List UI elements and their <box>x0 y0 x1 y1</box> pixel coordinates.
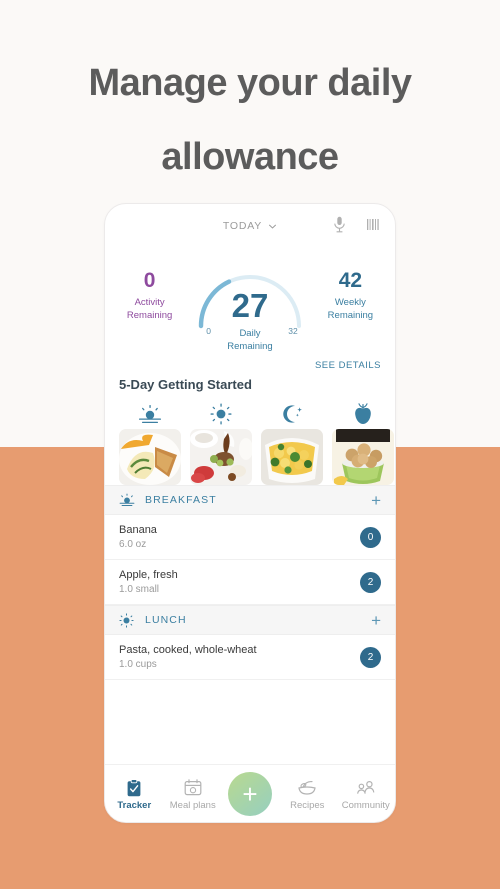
stat-weekly-remaining[interactable]: 42 Weekly Remaining <box>306 268 395 322</box>
clipboard-check-icon <box>105 777 164 799</box>
headline-line-1: Manage your daily <box>88 62 412 104</box>
stats-summary: 0 Activity Remaining 27 Daily Remaining <box>105 248 395 360</box>
meal-name-lunch: LUNCH <box>145 614 187 626</box>
see-details-link[interactable]: SEE DETAILS <box>119 360 381 371</box>
bowl-spoon-icon <box>278 777 337 799</box>
date-selector[interactable]: TODAY <box>205 220 295 232</box>
food-info: Apple, fresh 1.0 small <box>119 568 360 597</box>
barcode-scanner-icon[interactable] <box>366 217 381 232</box>
page-root: Manage your daily allowance TODAY 0 Acti… <box>0 0 500 889</box>
meal-header-breakfast[interactable]: BREAKFAST + <box>105 485 395 515</box>
chevron-down-icon <box>269 224 277 229</box>
table-row[interactable]: Pasta, cooked, whole-wheat 1.0 cups 2 <box>105 635 395 680</box>
food-amount: 1.0 cups <box>119 658 157 670</box>
daily-gauge-center: 27 Daily Remaining <box>194 288 306 353</box>
apple-icon <box>332 402 394 426</box>
page-title: Manage your daily allowance <box>0 46 500 194</box>
food-name: Banana <box>119 523 157 536</box>
add-food-button-lunch[interactable]: + <box>371 612 381 629</box>
app-header: TODAY <box>105 204 395 248</box>
nav-label-meal-plans: Meal plans <box>169 799 216 811</box>
sunrise-icon <box>119 402 181 426</box>
sun-icon <box>190 402 252 426</box>
food-info: Banana 6.0 oz <box>119 523 360 552</box>
getting-started-section: SEE DETAILS 5-Day Getting Started <box>105 360 395 485</box>
microphone-icon[interactable] <box>333 216 346 233</box>
add-food-button-breakfast[interactable]: + <box>371 492 381 509</box>
nav-item-recipes[interactable]: Recipes <box>278 777 337 811</box>
food-amount: 6.0 oz <box>119 538 147 550</box>
points-badge: 2 <box>360 646 381 668</box>
moon-stars-icon <box>261 402 323 426</box>
list-item[interactable] <box>190 402 252 485</box>
gauge-min-tick: 0 <box>206 326 211 336</box>
omelette-toast-photo <box>119 429 181 485</box>
points-badge: 0 <box>360 526 381 548</box>
stat-daily-remaining[interactable]: 27 Daily Remaining 0 32 <box>194 268 306 360</box>
sun-icon <box>119 612 137 628</box>
calendar-icon <box>164 777 223 799</box>
weekly-value: 42 <box>338 269 363 292</box>
nav-label-community: Community <box>341 799 390 811</box>
points-badge: 2 <box>360 571 381 593</box>
plus-icon: + <box>242 778 258 809</box>
pasta-broccoli-photo <box>261 429 323 485</box>
list-item[interactable] <box>119 402 181 485</box>
daily-value: 27 <box>231 287 269 324</box>
getting-started-items <box>119 402 394 485</box>
table-row[interactable]: Apple, fresh 1.0 small 2 <box>105 560 395 605</box>
activity-value: 0 <box>143 269 156 292</box>
people-icon <box>337 777 396 799</box>
food-info: Pasta, cooked, whole-wheat 1.0 cups <box>119 643 360 672</box>
food-name: Pasta, cooked, whole-wheat <box>119 643 257 656</box>
sunrise-icon <box>119 493 137 507</box>
add-entry-fab[interactable]: + <box>228 771 272 816</box>
table-row[interactable]: Banana 6.0 oz 0 <box>105 515 395 560</box>
meal-header-lunch[interactable]: LUNCH + <box>105 605 395 635</box>
weekly-label: Weekly Remaining <box>327 297 374 321</box>
list-item[interactable] <box>261 402 323 485</box>
date-selector-label: TODAY <box>222 220 263 232</box>
bottom-navigation: Tracker Meal plans + Recipes Community <box>105 764 395 822</box>
nav-label-recipes: Recipes <box>290 799 325 811</box>
food-name: Apple, fresh <box>119 568 178 581</box>
stat-activity-remaining[interactable]: 0 Activity Remaining <box>105 268 194 322</box>
nav-label-tracker: Tracker <box>117 799 152 811</box>
energy-balls-photo <box>332 429 394 485</box>
list-item[interactable] <box>332 402 394 485</box>
meal-name-breakfast: BREAKFAST <box>145 494 217 506</box>
activity-label: Activity Remaining <box>126 297 173 321</box>
nav-item-community[interactable]: Community <box>337 777 396 811</box>
salad-bowl-photo <box>190 429 252 485</box>
nav-item-tracker[interactable]: Tracker <box>105 777 164 811</box>
nav-item-meal-plans[interactable]: Meal plans <box>164 777 223 811</box>
food-amount: 1.0 small <box>119 583 160 595</box>
phone-mockup: TODAY 0 Activity Remaining 27 Daily Rema… <box>104 203 396 823</box>
gauge-max-tick: 32 <box>288 326 298 336</box>
header-actions <box>333 216 381 233</box>
getting-started-title: 5-Day Getting Started <box>119 377 252 392</box>
headline-line-2: allowance <box>161 136 339 178</box>
